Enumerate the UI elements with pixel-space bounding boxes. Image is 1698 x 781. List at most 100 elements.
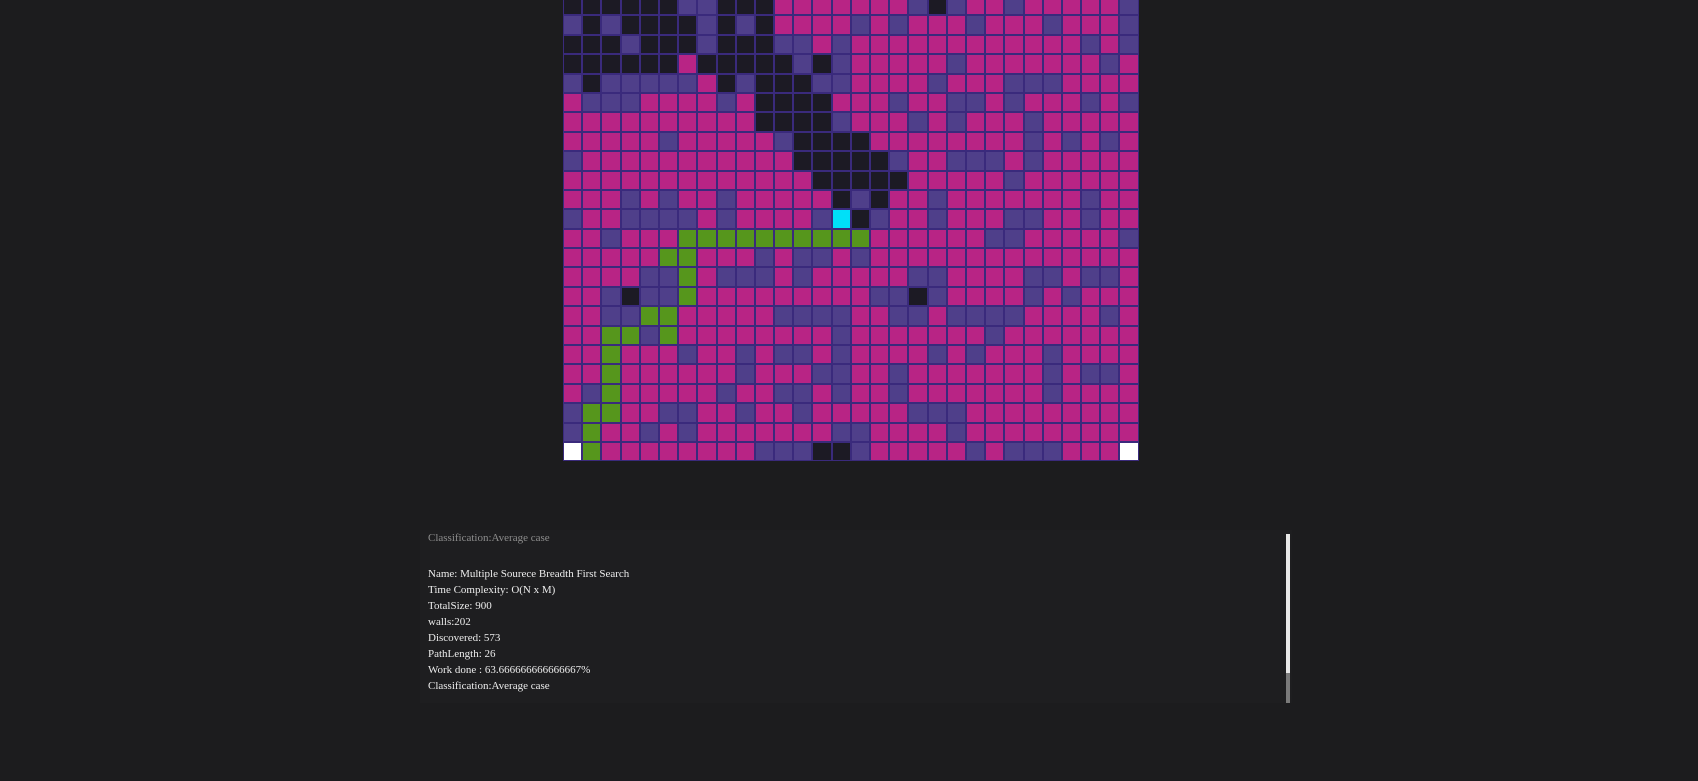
grid-cell-frontier[interactable] <box>889 441 909 462</box>
grid-cell-frontier[interactable] <box>563 189 583 210</box>
grid-cell-discovered[interactable] <box>735 15 755 35</box>
grid-cell-frontier[interactable] <box>582 267 602 287</box>
grid-cell-frontier[interactable] <box>601 170 621 190</box>
grid-cell-discovered[interactable] <box>1023 267 1043 287</box>
grid-cell-frontier[interactable] <box>1119 151 1139 171</box>
grid-cell-frontier[interactable] <box>601 209 621 229</box>
grid-cell-discovered[interactable] <box>1023 131 1043 152</box>
grid-cell-wall[interactable] <box>601 0 621 16</box>
grid-cell-discovered[interactable] <box>774 345 794 365</box>
grid-cell-frontier[interactable] <box>889 345 909 365</box>
grid-cell-frontier[interactable] <box>965 325 986 346</box>
grid-cell-wall[interactable] <box>582 0 602 16</box>
grid-cell-discovered[interactable] <box>927 189 947 210</box>
grid-cell-frontier[interactable] <box>620 345 640 365</box>
grid-cell-frontier[interactable] <box>870 422 890 442</box>
grid-cell-frontier[interactable] <box>1023 248 1043 268</box>
grid-cell-frontier[interactable] <box>582 189 602 210</box>
grid-cell-frontier[interactable] <box>1004 286 1024 307</box>
grid-cell-frontier[interactable] <box>927 422 947 442</box>
grid-cell-frontier[interactable] <box>985 286 1005 307</box>
grid-cell-frontier[interactable] <box>850 286 870 307</box>
grid-cell-frontier[interactable] <box>1061 54 1082 74</box>
grid-cell-frontier[interactable] <box>1061 383 1082 404</box>
grid-cell-discovered[interactable] <box>620 306 640 326</box>
grid-cell-frontier[interactable] <box>1004 325 1024 346</box>
grid-cell-frontier[interactable] <box>678 151 698 171</box>
grid-cell-discovered[interactable] <box>1042 383 1062 404</box>
grid-cell-discovered[interactable] <box>1004 73 1024 93</box>
grid-cell-wall[interactable] <box>658 34 679 55</box>
grid-cell-discovered[interactable] <box>927 403 947 423</box>
grid-cell-frontier[interactable] <box>927 248 947 268</box>
grid-cell-discovered[interactable] <box>1061 131 1082 152</box>
grid-cell-frontier[interactable] <box>965 189 986 210</box>
grid-cell-frontier[interactable] <box>1119 286 1139 307</box>
grid-cell-discovered[interactable] <box>831 112 851 132</box>
grid-cell-frontier[interactable] <box>697 189 717 210</box>
grid-cell-frontier[interactable] <box>927 441 947 462</box>
grid-cell-frontier[interactable] <box>985 112 1005 132</box>
grid-cell-frontier[interactable] <box>908 228 928 249</box>
grid-cell-frontier[interactable] <box>1119 364 1139 384</box>
grid-cell-discovered[interactable] <box>812 364 832 384</box>
grid-cell-frontier[interactable] <box>697 286 717 307</box>
grid-cell-frontier[interactable] <box>639 441 659 462</box>
grid-cell-frontier[interactable] <box>908 131 928 152</box>
grid-cell-frontier[interactable] <box>1004 54 1024 74</box>
grid-cell-frontier[interactable] <box>965 422 986 442</box>
grid-cell-frontier[interactable] <box>697 306 717 326</box>
grid-cell-wall[interactable] <box>774 54 794 74</box>
grid-cell-frontier[interactable] <box>927 383 947 404</box>
grid-cell-frontier[interactable] <box>1061 112 1082 132</box>
grid-cell-wall[interactable] <box>831 131 851 152</box>
grid-cell-frontier[interactable] <box>908 151 928 171</box>
grid-cell-discovered[interactable] <box>678 209 698 229</box>
grid-cell-discovered[interactable] <box>716 267 736 287</box>
grid-cell-frontier[interactable] <box>965 286 986 307</box>
grid-cell-frontier[interactable] <box>1100 383 1120 404</box>
grid-cell-discovered[interactable] <box>1061 286 1082 307</box>
grid-cell-frontier[interactable] <box>870 73 890 93</box>
grid-cell-path[interactable] <box>678 267 698 287</box>
grid-cell-discovered[interactable] <box>658 209 679 229</box>
grid-cell-discovered[interactable] <box>1004 441 1024 462</box>
grid-cell-frontier[interactable] <box>563 228 583 249</box>
grid-cell-frontier[interactable] <box>697 170 717 190</box>
grid-cell-frontier[interactable] <box>658 112 679 132</box>
grid-cell-discovered[interactable] <box>1081 267 1101 287</box>
grid-cell-frontier[interactable] <box>1100 170 1120 190</box>
grid-cell-wall[interactable] <box>889 170 909 190</box>
grid-cell-discovered[interactable] <box>1023 73 1043 93</box>
grid-cell-wall[interactable] <box>754 73 775 93</box>
grid-cell-discovered[interactable] <box>812 248 832 268</box>
grid-cell-frontier[interactable] <box>1119 403 1139 423</box>
grid-cell-frontier[interactable] <box>1061 15 1082 35</box>
grid-cell-frontier[interactable] <box>889 131 909 152</box>
grid-cell-frontier[interactable] <box>716 131 736 152</box>
grid-cell-frontier[interactable] <box>563 248 583 268</box>
grid-cell-frontier[interactable] <box>1061 209 1082 229</box>
grid-cell-frontier[interactable] <box>697 151 717 171</box>
grid-cell-discovered[interactable] <box>1042 345 1062 365</box>
grid-cell-discovered[interactable] <box>735 345 755 365</box>
grid-cell-discovered[interactable] <box>716 189 736 210</box>
grid-cell-path[interactable] <box>582 422 602 442</box>
grid-cell-frontier[interactable] <box>870 54 890 74</box>
grid-cell-frontier[interactable] <box>870 306 890 326</box>
grid-cell-frontier[interactable] <box>870 441 890 462</box>
grid-cell-frontier[interactable] <box>985 345 1005 365</box>
grid-cell-discovered[interactable] <box>889 286 909 307</box>
grid-cell-discovered[interactable] <box>812 73 832 93</box>
grid-cell-frontier[interactable] <box>1023 306 1043 326</box>
grid-cell-path[interactable] <box>639 306 659 326</box>
grid-cell-wall[interactable] <box>639 15 659 35</box>
grid-cell-path[interactable] <box>601 325 621 346</box>
grid-cell-frontier[interactable] <box>658 92 679 113</box>
grid-cell-frontier[interactable] <box>582 131 602 152</box>
grid-cell-frontier[interactable] <box>620 170 640 190</box>
grid-cell-discovered[interactable] <box>793 248 813 268</box>
grid-cell-frontier[interactable] <box>582 364 602 384</box>
grid-cell-frontier[interactable] <box>1100 422 1120 442</box>
grid-cell-frontier[interactable] <box>946 15 966 35</box>
